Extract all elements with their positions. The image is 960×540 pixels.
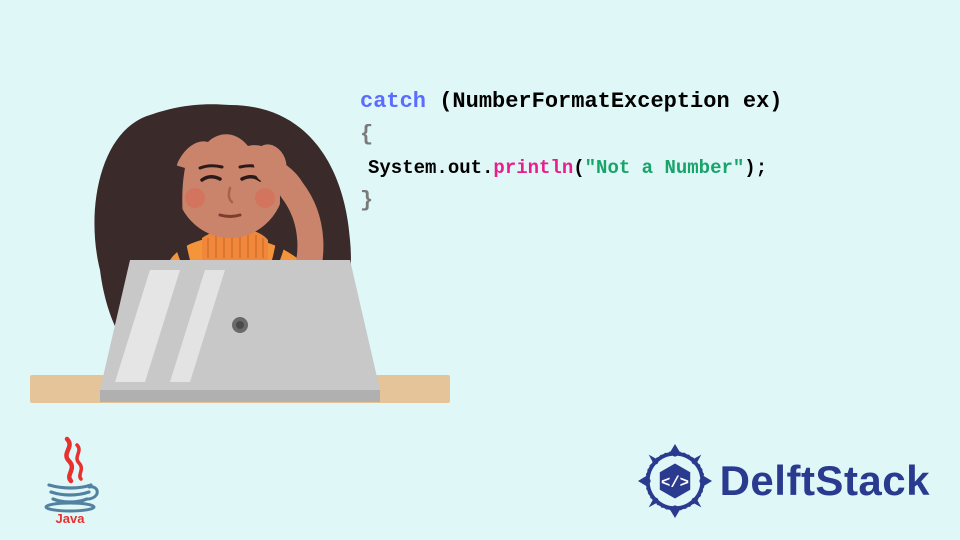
code-line-3: System.out.println("Not a Number");	[360, 151, 782, 184]
java-logo-icon: Java	[35, 435, 105, 525]
delftstack-label: DelftStack	[720, 457, 930, 505]
delftstack-logo: </> DelftStack	[636, 442, 930, 520]
code-line-1: catch (NumberFormatException ex)	[360, 85, 782, 118]
java-label: Java	[56, 511, 86, 525]
svg-text:</>: </>	[661, 474, 689, 492]
code-line-4: }	[360, 184, 782, 217]
delftstack-emblem-icon: </>	[636, 442, 714, 520]
keyword-catch: catch	[360, 89, 426, 114]
code-line-2: {	[360, 118, 782, 151]
code-snippet: catch (NumberFormatException ex) { Syste…	[360, 85, 782, 217]
